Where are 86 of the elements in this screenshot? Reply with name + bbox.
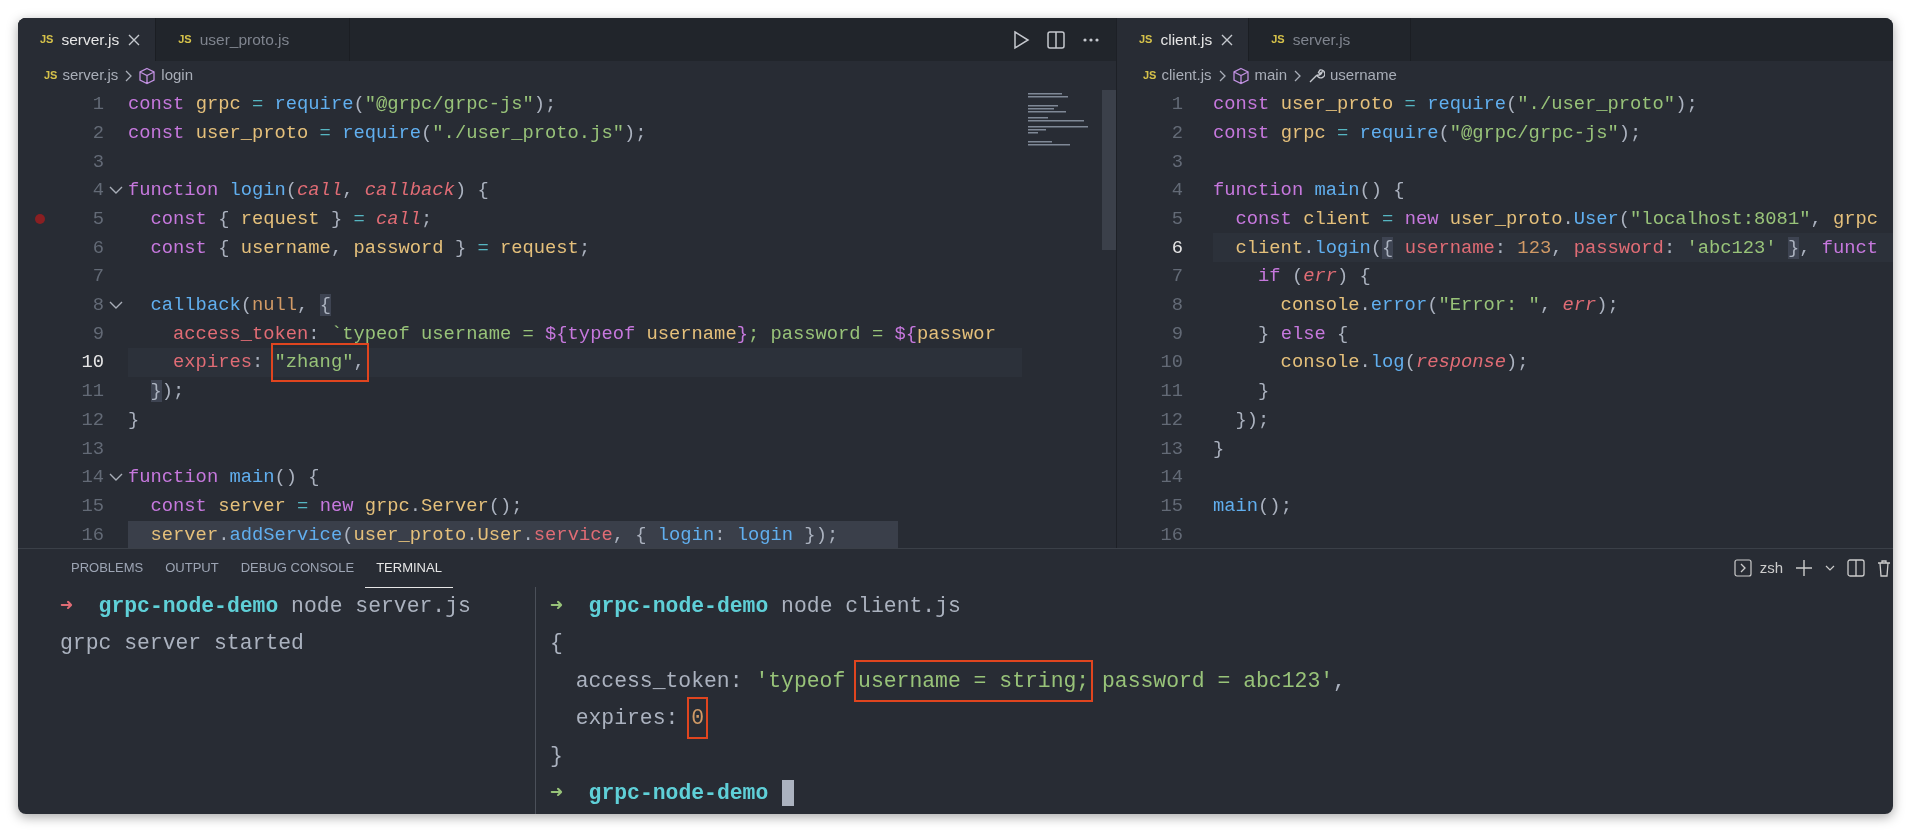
line-number: 6 xyxy=(1170,235,1183,261)
code-line: if (err) { xyxy=(1257,264,1371,290)
code-line: } xyxy=(128,407,140,433)
code-line: }); xyxy=(1234,407,1270,433)
line-number: 12 xyxy=(80,407,104,433)
terminal-line: grpc server started xyxy=(60,630,304,658)
code-line: console.error("Error: ", err); xyxy=(1279,293,1619,319)
file-type-label: JS xyxy=(44,68,58,84)
terminal-line: password = abc123', xyxy=(1101,667,1346,695)
line-number: 4 xyxy=(1170,178,1183,204)
line-number: 4 xyxy=(91,178,104,204)
annotation-box: 0 xyxy=(687,697,709,740)
terminal-line: ➜ grpc-node-demo node server.js xyxy=(60,592,471,620)
line-number: 11 xyxy=(1159,379,1183,405)
breadcrumb-item[interactable]: login xyxy=(138,64,194,87)
line-number: 14 xyxy=(1159,465,1183,491)
line-number: 13 xyxy=(80,436,104,462)
line-number: 1 xyxy=(91,92,104,118)
line-number: 2 xyxy=(1170,120,1183,146)
panel-tab[interactable]: OUTPUT xyxy=(154,547,230,589)
breadcrumb-item[interactable]: username xyxy=(1307,64,1397,87)
line-number: 7 xyxy=(1170,264,1183,290)
line-number: 16 xyxy=(1159,522,1183,548)
code-line: } xyxy=(1213,436,1225,462)
code-line: const { request } = call; xyxy=(149,207,433,232)
file-type-label: JS xyxy=(178,32,192,48)
breadcrumb-item[interactable]: JS client.js xyxy=(1143,64,1212,87)
code-line: function main() { xyxy=(128,465,320,491)
panel-tab[interactable]: DEBUG CONSOLE xyxy=(229,547,366,589)
file-type-label: JS xyxy=(40,32,54,48)
terminal-line: expires: xyxy=(574,705,680,733)
line-number: 5 xyxy=(91,207,104,232)
line-number: 5 xyxy=(1170,207,1183,232)
code-line: client.login({ username: 123, password: 'abc123' }, funct xyxy=(1234,235,1879,261)
code-line: console.log(response); xyxy=(1279,350,1529,376)
line-number: 11 xyxy=(80,379,104,405)
line-number: 3 xyxy=(1170,149,1183,175)
terminal-line: { xyxy=(550,630,563,658)
line-number: 13 xyxy=(1159,436,1183,462)
annotation-box: username = string; xyxy=(854,659,1094,702)
code-line: const grpc = require("@grpc/grpc-js"); xyxy=(128,92,557,118)
line-number: 9 xyxy=(91,321,104,347)
file-type-label: JS xyxy=(1143,68,1157,84)
code-line: }); xyxy=(149,379,185,405)
code-line: const user_proto = require("./user_proto.js"); xyxy=(128,120,647,146)
line-number: 14 xyxy=(80,465,104,491)
code-line: main(); xyxy=(1213,493,1292,519)
terminal-line: access_token: 'typeof xyxy=(574,667,847,695)
code-line: const user_proto = require("./user_proto"); xyxy=(1213,92,1698,118)
code-line: const grpc = require("@grpc/grpc-js"); xyxy=(1213,120,1642,146)
line-number: 1 xyxy=(1170,92,1183,118)
terminal-line: } xyxy=(550,742,563,770)
code-line: callback(null, { xyxy=(149,293,331,319)
code-line: expires: xyxy=(172,350,265,376)
file-type-label: JS xyxy=(1139,32,1153,48)
line-number: 3 xyxy=(91,149,104,175)
code-line: function login(call, callback) { xyxy=(128,178,489,204)
breadcrumb-item[interactable]: main xyxy=(1231,64,1287,87)
code-line: const client = new user_proto.User("localhost:8081", grpc xyxy=(1234,207,1879,232)
breadcrumb-item[interactable]: JS server.js xyxy=(44,64,119,87)
editor-tab[interactable]: JS server.js xyxy=(18,18,157,61)
terminal-selector[interactable]: zsh xyxy=(1733,556,1783,580)
line-number: 15 xyxy=(1159,493,1183,519)
code-line: const { username, password } = request; xyxy=(149,235,591,261)
line-number: 8 xyxy=(1170,293,1183,319)
line-number: 2 xyxy=(91,120,104,146)
line-number: 15 xyxy=(80,493,104,519)
line-number: 12 xyxy=(1159,407,1183,433)
line-number: 6 xyxy=(91,235,104,261)
code-line: function main() { xyxy=(1213,178,1405,204)
code-line: } else { xyxy=(1257,321,1349,347)
file-type-label: JS xyxy=(1271,32,1285,48)
line-number: 16 xyxy=(80,522,104,548)
line-number: 8 xyxy=(91,293,104,319)
line-number: 9 xyxy=(1170,321,1183,347)
panel-tab[interactable]: TERMINAL xyxy=(365,547,453,589)
line-number: 10 xyxy=(80,350,104,376)
editor-tab[interactable]: JS client.js xyxy=(1117,18,1250,61)
panel-tab[interactable]: PROBLEMS xyxy=(60,547,155,589)
line-number: 7 xyxy=(91,264,104,290)
line-number: 10 xyxy=(1159,350,1183,376)
code-line: } xyxy=(1257,379,1270,405)
terminal-line: ➜ grpc-node-demo xyxy=(550,780,769,808)
annotation-box: "zhang", xyxy=(270,343,369,382)
terminal-line: ➜ grpc-node-demo node client.js xyxy=(550,592,961,620)
code-line: const server = new grpc.Server(); xyxy=(149,493,523,519)
